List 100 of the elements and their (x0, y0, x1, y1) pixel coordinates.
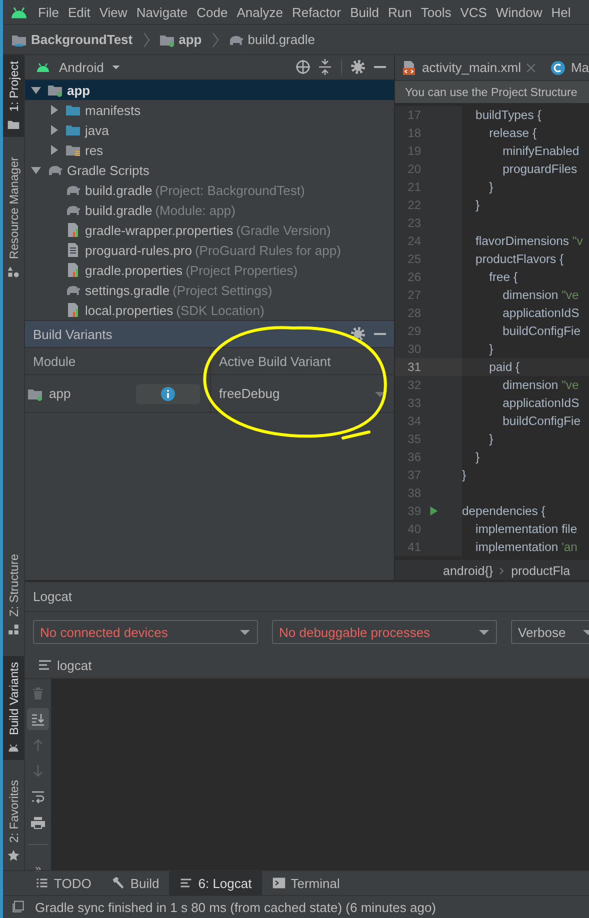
panel-title: Logcat (33, 589, 72, 604)
filter-dropdown[interactable]: No debuggable processes (272, 620, 497, 644)
expand-arrow-icon[interactable] (30, 84, 42, 96)
expand-arrow-icon[interactable] (30, 164, 42, 176)
breadcrumb-item[interactable]: android{} (443, 564, 494, 578)
tree-item[interactable]: Gradle Scripts (25, 160, 394, 180)
code-line: dependencies { (462, 504, 546, 518)
tool-window-tab[interactable]: Build (101, 871, 170, 895)
item-label: res (85, 142, 104, 158)
item-note: (SDK Location) (176, 302, 264, 318)
tree-item[interactable]: local.properties (SDK Location) (25, 300, 394, 320)
properties-file-icon (65, 262, 81, 278)
code-line: paid { (488, 360, 520, 374)
code-line: proguardFiles (502, 162, 578, 176)
menu-item[interactable]: Navigate (136, 4, 188, 20)
star-icon (7, 849, 20, 862)
menu-item[interactable]: File (38, 4, 59, 20)
item-label: local.properties (85, 302, 174, 318)
tree-item[interactable]: res (25, 140, 394, 160)
menu-item[interactable]: Window (496, 4, 542, 20)
tool-window-tab[interactable]: TODO (25, 871, 102, 895)
locate-icon[interactable] (295, 59, 311, 75)
expand-arrow-icon[interactable] (48, 124, 60, 136)
run-icon[interactable] (428, 505, 440, 517)
info-icon (160, 386, 176, 402)
item-label: build.gradle (85, 202, 152, 218)
menu-item[interactable]: Analyze (236, 4, 283, 20)
settings-icon[interactable] (350, 59, 366, 75)
item-label: build.gradle (85, 182, 152, 198)
item-label: app (67, 82, 90, 98)
tool-window-tab[interactable]: Resource Manager (3, 150, 24, 284)
item-label: proguard-rules.pro (85, 242, 192, 258)
tree-item[interactable]: settings.gradle (Project Settings) (25, 280, 394, 300)
tree-item[interactable]: manifests (25, 100, 394, 120)
menu-item[interactable]: Refactor (292, 4, 342, 20)
menu-item[interactable]: Edit (68, 4, 90, 20)
editor-tab[interactable]: activity_main.xml (395, 55, 544, 80)
breadcrumb-item[interactable]: BackgroundTest (31, 32, 133, 47)
code-line: } (474, 198, 480, 212)
menu-item[interactable]: Code (196, 4, 228, 20)
xml-file-icon (401, 60, 417, 76)
text-file-icon (65, 242, 81, 258)
print-icon (30, 815, 46, 831)
tool-window-tab[interactable]: Z: Structure (3, 548, 24, 642)
view-selector[interactable]: Android (59, 60, 104, 74)
editor-tab[interactable]: Ma (544, 55, 589, 80)
item-note: (Project Properties) (186, 262, 298, 278)
breadcrumb-item[interactable]: build.gradle (248, 32, 315, 47)
filter-dropdown[interactable]: No connected devices (33, 620, 258, 644)
info-button[interactable] (136, 384, 200, 404)
panel-icon[interactable] (11, 900, 25, 914)
expand-arrow-icon[interactable] (48, 144, 60, 156)
tool-window-tab[interactable]: 2: Favorites (3, 774, 24, 868)
tree-item[interactable]: build.gradle (Module: app) (25, 200, 394, 220)
tool-window-tab[interactable]: Build Variants (3, 656, 24, 760)
expand-arrow-icon[interactable] (48, 104, 60, 116)
tree-item[interactable]: build.gradle (Project: BackgroundTest) (25, 180, 394, 200)
terminal-icon (272, 876, 286, 890)
code-line: } (462, 468, 466, 482)
toolbar-button[interactable] (27, 708, 49, 730)
scroll-to-end-icon (30, 711, 46, 727)
item-note: (Project: BackgroundTest) (155, 182, 305, 198)
filter-dropdown[interactable]: Verbose (511, 620, 589, 644)
close-icon[interactable] (526, 62, 536, 72)
menu-item[interactable]: Hel (551, 4, 571, 20)
tool-window-tab[interactable]: Terminal (262, 871, 350, 895)
tree-item[interactable]: proguard-rules.pro (ProGuard Rules for app) (25, 240, 394, 260)
tool-window-tab[interactable]: 6: Logcat (169, 871, 262, 895)
tree-item[interactable]: gradle.properties (Project Properties) (25, 260, 394, 280)
menu-item[interactable]: Build (350, 4, 380, 20)
variant-dropdown[interactable]: freeDebug (210, 375, 394, 412)
code-line: applicationIdS (502, 396, 580, 410)
logcat-tab[interactable]: logcat (57, 658, 92, 672)
tree-item[interactable]: java (25, 120, 394, 140)
hammer-icon (111, 876, 126, 890)
item-note: (Module: app) (155, 202, 236, 218)
menu-item[interactable]: VCS (460, 4, 487, 20)
properties-file-icon (65, 302, 81, 318)
tool-window-tab[interactable]: 1: Project (3, 55, 24, 137)
menu-item[interactable]: Run (388, 4, 412, 20)
code-line: } (488, 342, 494, 356)
column-header: Module (32, 352, 77, 370)
module-name: app (49, 386, 71, 401)
breadcrumb-item[interactable]: app (178, 32, 202, 47)
lines-icon (179, 876, 194, 890)
tree-item[interactable]: app (25, 80, 394, 100)
class-icon (550, 60, 566, 76)
line-number: 31 (406, 360, 421, 374)
item-label: java (85, 122, 109, 138)
menu-item[interactable]: Tools (420, 4, 452, 20)
code-line: dimension "ve (502, 378, 579, 392)
settings-icon[interactable] (350, 326, 366, 342)
tree-item[interactable]: gradle-wrapper.properties (Gradle Version) (25, 220, 394, 240)
collapse-icon[interactable] (317, 59, 333, 75)
code-line: minifyEnabled (502, 144, 580, 158)
menu-item[interactable]: View (99, 4, 128, 20)
notice-text: You can use the Project Structure (395, 81, 589, 103)
code-line: dimension "ve (502, 288, 579, 302)
shapes-icon (7, 264, 20, 278)
breadcrumb-item[interactable]: productFla (511, 564, 570, 578)
